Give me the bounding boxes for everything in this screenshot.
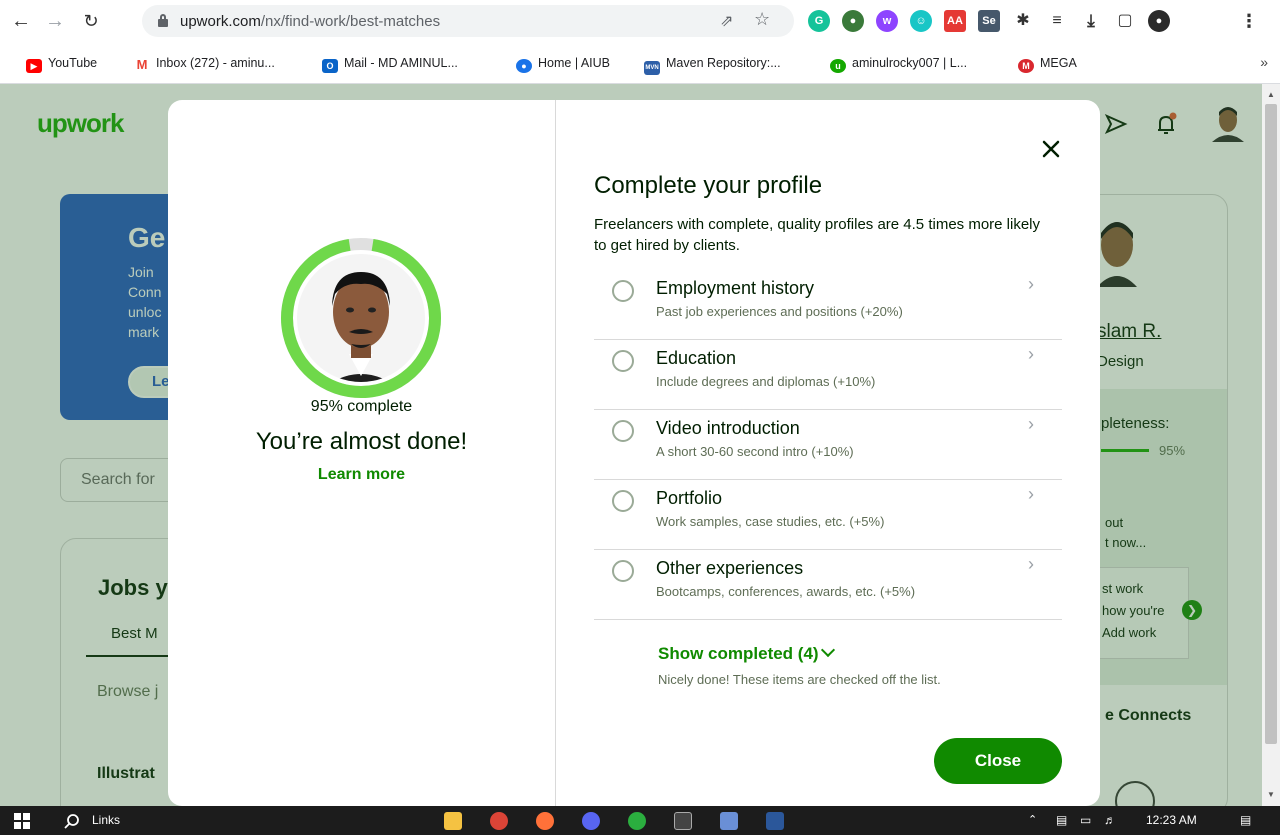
radio-circle-icon[interactable]	[612, 280, 634, 302]
tray-volume-icon[interactable]: ♬	[1104, 810, 1116, 831]
modal-subtitle: Freelancers with complete, quality profi…	[594, 216, 1041, 254]
reading-list-icon[interactable]: ≡	[1046, 10, 1068, 32]
checklist-item-portfolio[interactable]: Portfolio Work samples, case studies, et…	[594, 480, 1062, 550]
close-button[interactable]: Close	[934, 738, 1062, 784]
browser-toolbar: ← → ↻ upwork.com/nx/find-work/best-match…	[0, 0, 1280, 42]
checklist-item-title: Other experiences	[656, 558, 804, 578]
taskbar-search-label[interactable]: Links	[92, 810, 120, 831]
download-icon[interactable]: ⤓	[1080, 10, 1102, 32]
bookmark-maven[interactable]: MVN Maven Repository:...	[644, 54, 781, 75]
show-completed-toggle[interactable]: Show completed (4)	[658, 642, 835, 664]
upwork-fav-icon: u	[830, 59, 846, 73]
checklist-item-title: Employment history	[656, 278, 815, 298]
terminal-icon[interactable]	[674, 812, 692, 830]
close-icon[interactable]	[1040, 138, 1062, 160]
scroll-thumb[interactable]	[1265, 104, 1277, 744]
menu-kebab-icon[interactable]: ⋮	[1238, 10, 1260, 32]
bookmarks-bar: ▶ YouTube M Inbox (272) - aminu... O Mail -…	[0, 42, 1280, 84]
extension-smile-icon[interactable]: ☺	[910, 10, 932, 32]
tray-display-icon[interactable]: ▭	[1080, 810, 1091, 831]
show-completed-label: Show completed (4)	[658, 644, 819, 663]
percent-complete-label: 95% complete	[310, 398, 413, 415]
checklist-item-desc: Past job experiences and positions (+20%…	[656, 304, 903, 319]
aiub-icon: ●	[516, 59, 532, 73]
bookmark-youtube[interactable]: ▶ YouTube	[26, 54, 97, 73]
chevron-right-icon[interactable]: ›	[1028, 344, 1034, 365]
windows-start-icon[interactable]	[14, 813, 30, 829]
word-icon[interactable]	[766, 812, 784, 830]
chevron-right-icon[interactable]: ›	[1028, 484, 1034, 505]
extension-aa-icon[interactable]: AA	[944, 10, 966, 32]
address-bar[interactable]: upwork.com/nx/find-work/best-matches ⇗ ☆	[142, 5, 794, 37]
taskbar-search-icon[interactable]	[64, 813, 80, 829]
bookmarks-overflow-button[interactable]: »	[1260, 54, 1268, 70]
tray-network-icon[interactable]: ▤	[1056, 810, 1067, 831]
radio-circle-icon[interactable]	[612, 490, 634, 512]
side-panel-icon[interactable]: ▢	[1114, 10, 1136, 32]
bookmark-outlook[interactable]: O Mail - MD AMINUL...	[322, 54, 458, 73]
chevron-down-icon	[820, 642, 835, 658]
bookmark-gmail[interactable]: M Inbox (272) - aminu...	[134, 54, 275, 72]
checklist-item-desc: Work samples, case studies, etc. (+5%)	[656, 514, 885, 529]
modal-title: Complete your profile	[594, 172, 823, 199]
discord-icon[interactable]	[582, 812, 600, 830]
share-icon[interactable]: ⇗	[720, 11, 733, 31]
radio-circle-icon[interactable]	[612, 560, 634, 582]
bookmark-star-icon[interactable]: ☆	[754, 9, 770, 30]
chevron-right-icon[interactable]: ›	[1028, 554, 1034, 575]
profile-progress-ring	[281, 238, 441, 398]
grammarly-icon[interactable]: G	[808, 10, 830, 32]
lock-icon	[158, 14, 168, 27]
scroll-up-icon[interactable]: ▲	[1267, 90, 1275, 99]
learn-more-link[interactable]: Learn more	[168, 466, 555, 484]
firefox-icon[interactable]	[536, 812, 554, 830]
utorrent-icon[interactable]	[628, 812, 646, 830]
mega-icon: M	[1018, 59, 1034, 73]
reload-icon[interactable]: ↻	[78, 8, 104, 34]
extension-globe-icon[interactable]: ●	[842, 10, 864, 32]
checklist-item-desc: Bootcamps, conferences, awards, etc. (+5…	[656, 584, 916, 599]
chevron-right-icon[interactable]: ›	[1028, 414, 1034, 435]
youtube-icon: ▶	[26, 59, 42, 73]
modal-divider	[555, 100, 556, 806]
profile-avatar-icon[interactable]: ●	[1148, 10, 1170, 32]
gmail-icon: M	[136, 57, 148, 72]
almost-done-heading: You’re almost done!	[255, 428, 468, 455]
extensions-puzzle-icon[interactable]: ✱	[1012, 10, 1034, 32]
tray-chevron-up-icon[interactable]: ⌃	[1028, 810, 1037, 831]
chevron-right-icon[interactable]: ›	[1028, 274, 1034, 295]
radio-circle-icon[interactable]	[612, 420, 634, 442]
checklist-item-education[interactable]: Education Include degrees and diplomas (…	[594, 340, 1062, 410]
checklist-item-title: Video introduction	[656, 418, 800, 438]
bookmark-mega[interactable]: M MEGA	[1018, 54, 1077, 73]
checklist-item-video-introduction[interactable]: Video introduction A short 30-60 second …	[594, 410, 1062, 480]
profile-photo	[297, 254, 425, 382]
windows-taskbar: Links ⌃ ▤ ▭ ♬ 12:23 AM ▤	[0, 806, 1280, 835]
chrome-icon[interactable]	[490, 812, 508, 830]
completed-note: Nicely done! These items are checked off…	[658, 672, 941, 687]
checklist-item-other-experiences[interactable]: Other experiences Bootcamps, conferences…	[594, 550, 1062, 620]
complete-profile-modal: 95% complete You’re almost done! Learn m…	[168, 100, 1100, 806]
back-icon[interactable]: ←	[8, 8, 34, 34]
notification-center-icon[interactable]: ▤	[1240, 810, 1251, 831]
forward-icon[interactable]: →	[42, 8, 68, 34]
bookmark-aiub[interactable]: ● Home | AIUB	[516, 54, 610, 73]
taskbar-clock[interactable]: 12:23 AM	[1146, 810, 1197, 831]
checklist-item-title: Education	[656, 348, 737, 368]
page-scrollbar[interactable]: ▲ ▼	[1262, 84, 1280, 806]
checklist-item-title: Portfolio	[656, 488, 723, 508]
outlook-icon: O	[322, 59, 338, 73]
selenium-icon[interactable]: Se	[978, 10, 1000, 32]
checklist-item-desc: A short 30-60 second intro (+10%)	[656, 444, 854, 459]
maven-icon: MVN	[644, 61, 660, 75]
checklist-item-desc: Include degrees and diplomas (+10%)	[656, 374, 876, 389]
bookmark-upwork-profile[interactable]: u aminulrocky007 | L...	[830, 54, 967, 73]
scroll-down-icon[interactable]: ▼	[1267, 790, 1275, 799]
file-explorer-icon[interactable]	[444, 812, 462, 830]
extension-w-icon[interactable]: w	[876, 10, 898, 32]
checklist-item-employment-history[interactable]: Employment history Past job experiences …	[594, 270, 1062, 340]
radio-circle-icon[interactable]	[612, 350, 634, 372]
url-text: upwork.com/nx/find-work/best-matches	[180, 13, 441, 30]
app-icon[interactable]	[720, 812, 738, 830]
